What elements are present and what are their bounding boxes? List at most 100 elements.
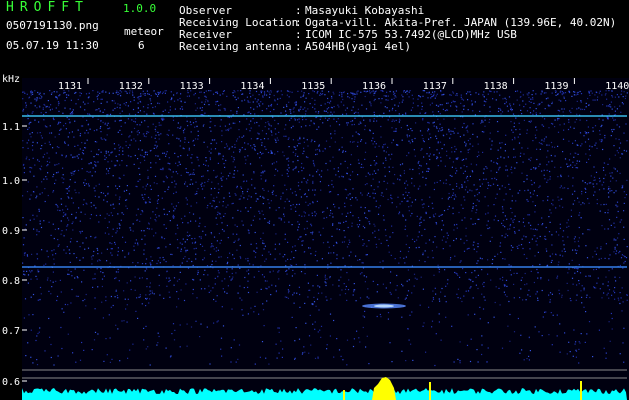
noise-speck	[588, 321, 591, 323]
noise-speck	[172, 134, 174, 136]
noise-speck	[112, 228, 114, 230]
noise-speck	[580, 93, 583, 95]
noise-speck	[499, 245, 501, 247]
noise-speck	[212, 200, 214, 202]
noise-speck	[60, 291, 62, 293]
noise-speck	[518, 229, 520, 231]
noise-speck	[64, 107, 66, 109]
noise-speck	[109, 361, 111, 363]
noise-speck	[547, 196, 549, 198]
noise-speck	[569, 153, 572, 155]
noise-speck	[177, 202, 180, 204]
noise-speck	[36, 97, 38, 99]
noise-speck	[264, 280, 266, 282]
noise-speck	[592, 130, 594, 132]
noise-speck	[154, 128, 156, 130]
noise-speck	[187, 125, 189, 127]
noise-speck	[327, 264, 329, 266]
noise-speck	[568, 225, 570, 227]
noise-speck	[471, 170, 473, 172]
noise-speck	[245, 159, 247, 161]
noise-speck	[253, 172, 255, 174]
noise-speck	[328, 184, 330, 187]
noise-speck	[194, 92, 196, 95]
noise-speck	[557, 109, 559, 111]
noise-speck	[379, 261, 381, 263]
noise-speck	[624, 97, 626, 100]
noise-speck	[151, 290, 153, 292]
noise-speck	[95, 207, 97, 209]
noise-speck	[461, 186, 463, 188]
noise-speck	[260, 118, 262, 120]
noise-speck	[486, 167, 488, 169]
noise-speck	[475, 284, 477, 286]
noise-speck	[451, 101, 453, 104]
noise-speck	[98, 183, 100, 185]
noise-speck	[349, 211, 352, 213]
noise-speck	[543, 138, 546, 140]
noise-speck	[539, 112, 541, 114]
noise-speck	[277, 139, 279, 141]
noise-speck	[482, 283, 484, 285]
noise-speck	[470, 94, 472, 96]
noise-speck	[345, 150, 347, 153]
noise-speck	[539, 185, 541, 187]
noise-speck	[91, 263, 93, 265]
noise-speck	[483, 95, 485, 98]
noise-speck	[314, 211, 316, 213]
noise-speck	[468, 278, 470, 280]
noise-speck	[237, 264, 239, 266]
noise-speck	[90, 205, 92, 208]
noise-speck	[62, 215, 64, 217]
noise-speck	[418, 246, 420, 248]
noise-speck	[150, 162, 152, 164]
noise-speck	[551, 259, 553, 262]
noise-speck	[425, 112, 427, 114]
noise-speck	[217, 206, 219, 208]
noise-speck	[327, 119, 329, 121]
noise-speck	[179, 140, 182, 142]
noise-speck	[409, 168, 411, 170]
noise-speck	[434, 182, 436, 184]
noise-speck	[44, 142, 46, 144]
noise-speck	[310, 141, 312, 143]
noise-speck	[473, 248, 475, 250]
noise-speck	[29, 122, 31, 124]
noise-speck	[610, 312, 612, 315]
noise-speck	[35, 339, 37, 342]
noise-speck	[513, 156, 515, 158]
noise-speck	[477, 246, 479, 248]
noise-speck	[562, 187, 564, 189]
noise-speck	[221, 134, 223, 137]
noise-speck	[151, 292, 153, 294]
noise-speck	[145, 298, 148, 300]
noise-speck	[259, 195, 261, 197]
noise-speck	[227, 261, 229, 263]
noise-speck	[147, 126, 149, 128]
noise-speck	[157, 342, 159, 344]
noise-speck	[116, 294, 118, 297]
noise-speck	[316, 128, 318, 130]
noise-speck	[625, 150, 628, 152]
noise-speck	[533, 182, 535, 184]
noise-speck	[534, 211, 536, 213]
noise-speck	[422, 95, 424, 97]
noise-speck	[494, 301, 496, 304]
noise-speck	[323, 217, 325, 219]
noise-speck	[585, 106, 587, 108]
noise-speck	[405, 113, 407, 115]
noise-speck	[332, 186, 334, 188]
noise-speck	[85, 93, 88, 95]
noise-speck	[350, 251, 352, 253]
noise-speck	[452, 192, 455, 194]
noise-speck	[559, 227, 561, 229]
noise-speck	[95, 109, 97, 111]
noise-speck	[289, 91, 291, 93]
noise-speck	[611, 317, 613, 320]
noise-speck	[69, 113, 71, 115]
noise-speck	[156, 262, 158, 265]
noise-speck	[232, 202, 234, 204]
noise-speck	[200, 237, 202, 240]
noise-speck	[62, 112, 64, 114]
noise-speck	[283, 135, 285, 137]
